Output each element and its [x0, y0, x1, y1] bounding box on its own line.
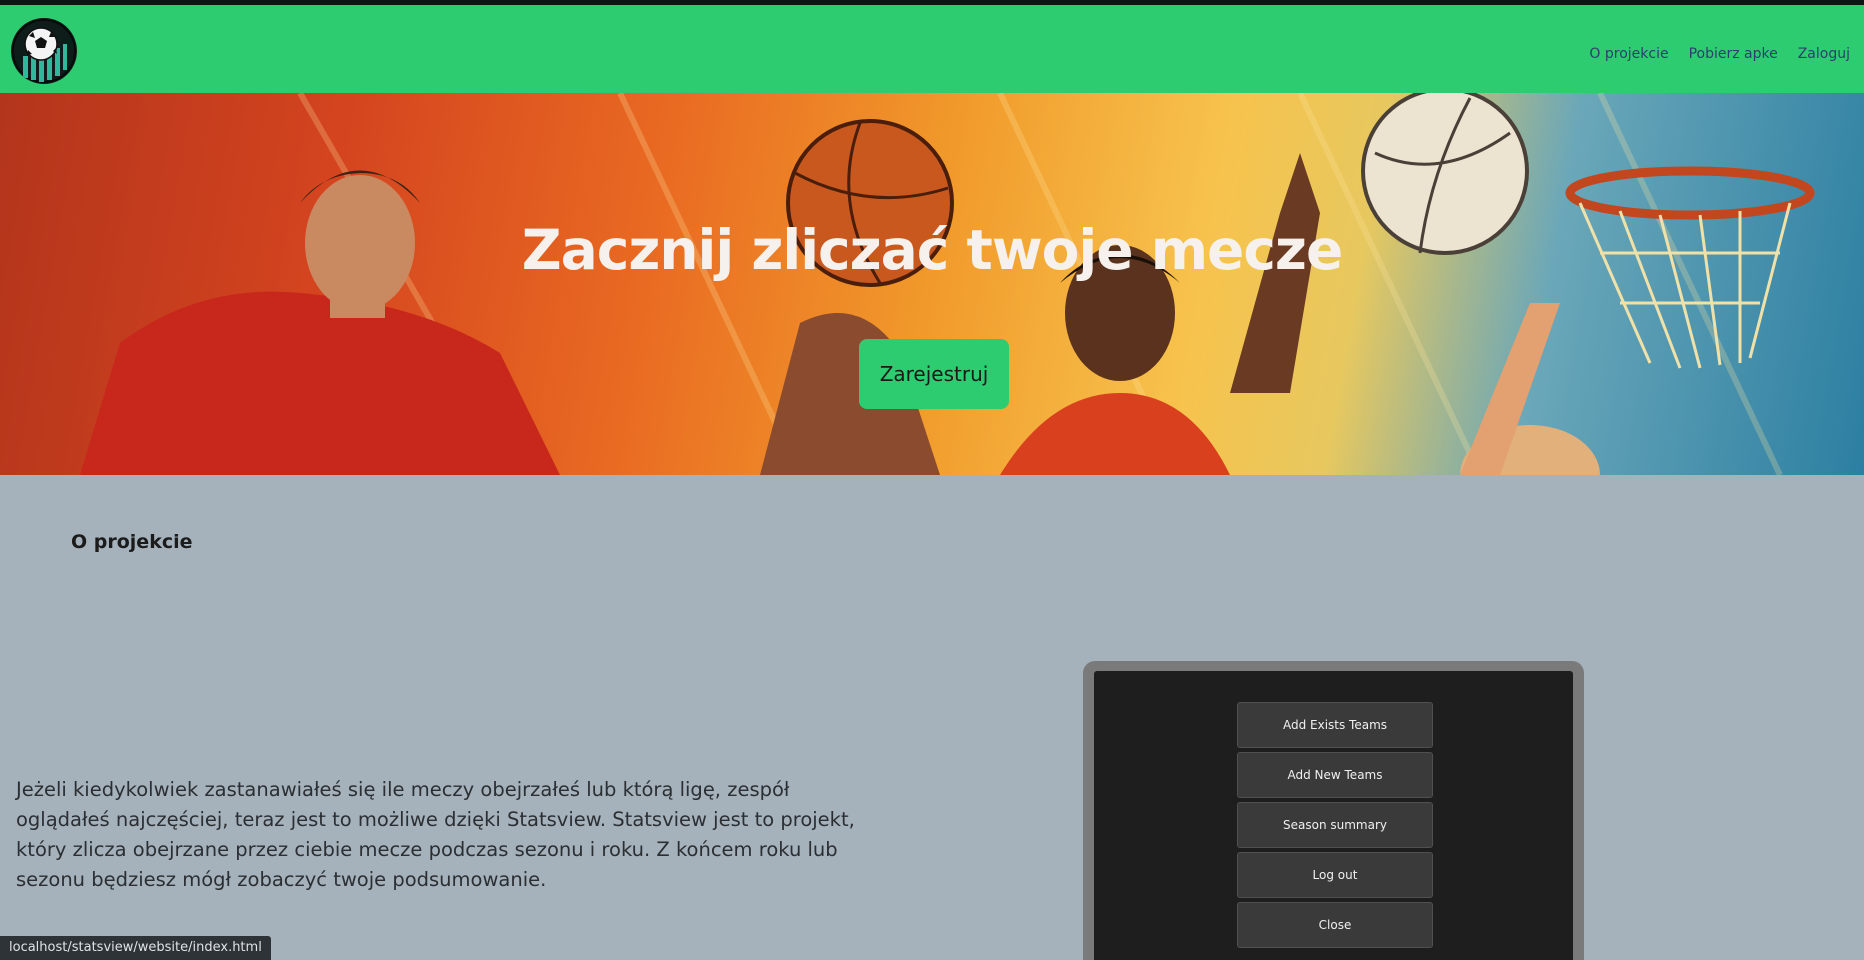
app-preview-device: Add Exists Teams Add New Teams Season su… [1083, 661, 1584, 960]
about-description: Jeżeli kiedykolwiek zastanawiałeś się il… [16, 778, 855, 891]
about-heading: O projekcie [71, 531, 193, 553]
navbar: O projekcie Pobierz apke Zaloguj [0, 5, 1864, 93]
season-summary-button[interactable]: Season summary [1237, 802, 1433, 848]
nav-link-login[interactable]: Zaloguj [1798, 46, 1850, 62]
add-exists-teams-button[interactable]: Add Exists Teams [1237, 702, 1433, 748]
hero-sports-illustration [80, 93, 1815, 475]
soccer-ball-logo-icon[interactable] [11, 18, 77, 84]
register-button[interactable]: Zarejestruj [859, 339, 1009, 409]
add-new-teams-button[interactable]: Add New Teams [1237, 752, 1433, 798]
status-bar-url: localhost/statsview/website/index.html [0, 936, 271, 960]
app-preview-screen: Add Exists Teams Add New Teams Season su… [1094, 671, 1573, 960]
main-nav: O projekcie Pobierz apke Zaloguj [1589, 46, 1850, 62]
nav-link-download[interactable]: Pobierz apke [1689, 46, 1778, 62]
hero-title: Zacznij zliczać twoje mecze [521, 218, 1344, 282]
log-out-button[interactable]: Log out [1237, 852, 1433, 898]
nav-link-about[interactable]: O projekcie [1589, 46, 1668, 62]
close-button[interactable]: Close [1237, 902, 1433, 948]
hero-banner: Zacznij zliczać twoje mecze Zarejestruj [0, 93, 1864, 475]
